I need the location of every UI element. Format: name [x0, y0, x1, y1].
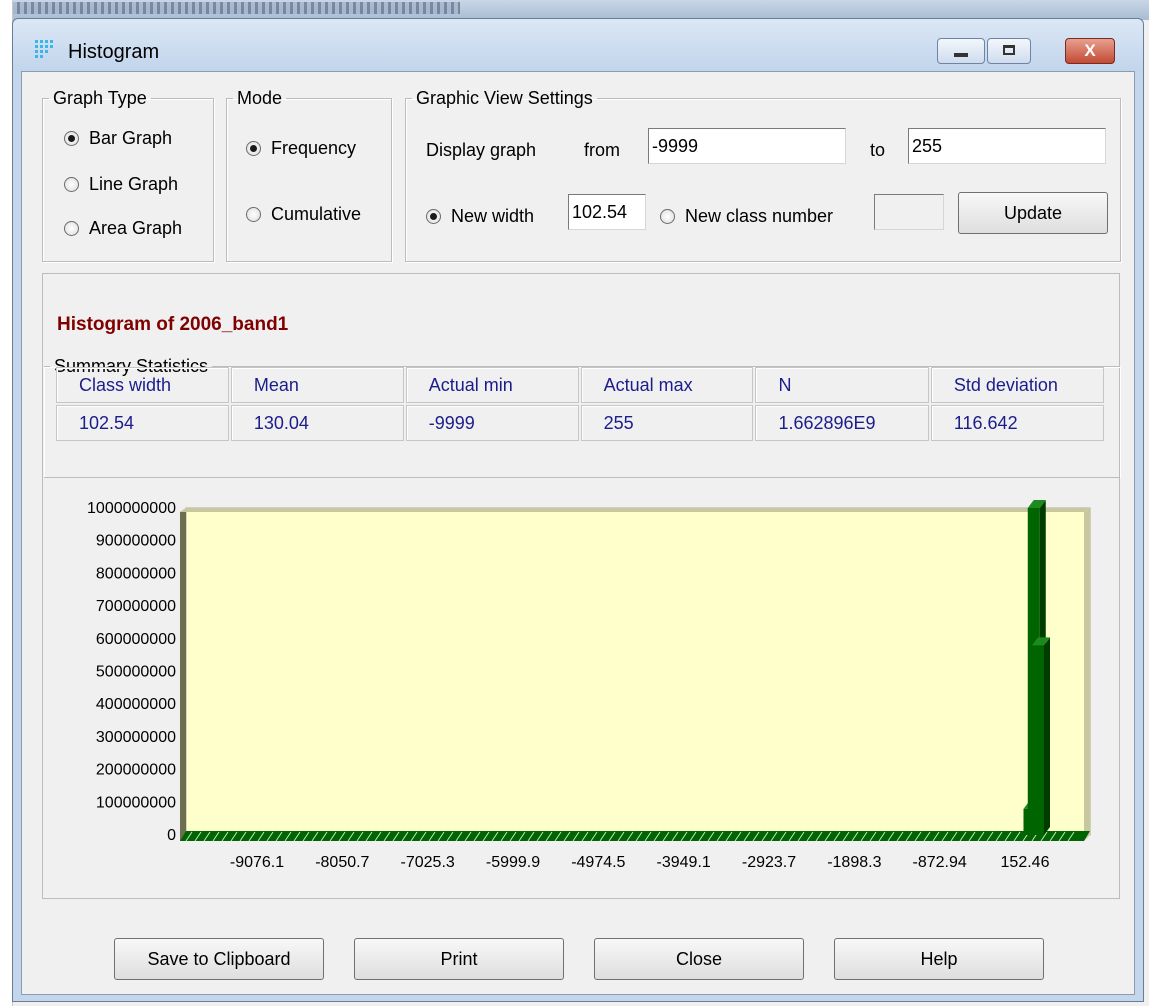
y-tick-label: 1000000000	[87, 500, 176, 517]
radio-bar-graph[interactable]: Bar Graph	[64, 128, 172, 149]
y-tick-label: 700000000	[96, 598, 176, 615]
x-tick-label: -8050.7	[315, 854, 369, 871]
x-tick-label: -7025.3	[401, 854, 455, 871]
radio-indicator	[64, 221, 79, 236]
print-button[interactable]: Print	[354, 938, 564, 980]
minimize-icon	[954, 53, 968, 57]
radio-new-class-number[interactable]: New class number	[660, 206, 833, 227]
radio-label: Area Graph	[89, 218, 183, 238]
save-to-clipboard-button[interactable]: Save to Clipboard	[114, 938, 324, 980]
stats-value-row: 102.54 130.04 -9999 255 1.662896E9 116.6…	[56, 405, 1104, 441]
radio-indicator	[246, 141, 261, 156]
plot-background	[185, 507, 1091, 836]
close-button[interactable]: Close	[594, 938, 804, 980]
close-icon: X	[1084, 41, 1096, 60]
plot-floor	[180, 831, 1090, 841]
x-tick-label: -872.94	[913, 854, 967, 871]
help-button[interactable]: Help	[834, 938, 1044, 980]
minimize-button[interactable]	[937, 38, 985, 64]
new-width-input[interactable]	[568, 194, 646, 230]
plot-top-edge	[180, 508, 1090, 512]
display-graph-label: Display graph	[426, 140, 537, 160]
stats-value-cell: 255	[580, 405, 754, 441]
x-tick-label: -2923.7	[742, 854, 796, 871]
graph-type-legend: Graph Type	[53, 88, 147, 108]
window-title: Histogram	[68, 41, 160, 63]
background-app-strip	[0, 0, 1149, 20]
radio-indicator	[246, 207, 261, 222]
radio-cumulative[interactable]: Cumulative	[246, 204, 361, 225]
radio-frequency[interactable]: Frequency	[246, 138, 356, 159]
radio-indicator	[660, 209, 675, 224]
to-label: to	[870, 140, 886, 160]
stats-header-cell: Std deviation	[930, 367, 1104, 403]
plot-right-wall	[1084, 508, 1090, 841]
y-tick-label: 300000000	[96, 729, 176, 746]
radio-area-graph[interactable]: Area Graph	[64, 218, 182, 239]
stats-header-cell: Actual max	[580, 367, 754, 403]
stats-header-row: Class width Mean Actual min Actual max N…	[56, 367, 1104, 403]
plot-left-wall	[180, 508, 186, 841]
y-tick-label: 0	[167, 827, 176, 844]
radio-new-width[interactable]: New width	[426, 206, 534, 227]
y-tick-label: 900000000	[96, 533, 176, 550]
y-tick-label: 500000000	[96, 664, 176, 681]
radio-label: Cumulative	[271, 204, 362, 224]
background-app-toolbar	[10, 2, 460, 14]
x-tick-label: -4974.5	[571, 854, 625, 871]
maximize-icon	[1003, 45, 1015, 55]
stats-value-cell: 130.04	[230, 405, 404, 441]
stats-header-cell: Mean	[230, 367, 404, 403]
x-tick-label: -3949.1	[657, 854, 711, 871]
stats-value-cell: 1.662896E9	[755, 405, 929, 441]
graphic-view-settings-legend: Graphic View Settings	[416, 88, 593, 108]
histogram-app-icon	[35, 40, 53, 58]
graphic-view-settings-group: Graphic View Settings	[405, 88, 1121, 262]
histogram-bar	[1032, 645, 1044, 835]
radio-label: Frequency	[271, 138, 357, 158]
stats-value-cell: 116.642	[930, 405, 1104, 441]
histogram-title: Histogram of 2006_band1	[57, 314, 289, 335]
radio-label: New width	[451, 206, 535, 226]
y-tick-label: 200000000	[96, 762, 176, 779]
radio-indicator	[64, 177, 79, 192]
x-tick-label: -9076.1	[230, 854, 284, 871]
x-tick-label: -5999.9	[486, 854, 540, 871]
y-tick-label: 100000000	[96, 794, 176, 811]
from-input[interactable]	[648, 128, 846, 164]
from-label: from	[584, 140, 620, 160]
new-class-number-input[interactable]	[874, 194, 944, 230]
stats-value-cell: -9999	[405, 405, 579, 441]
histogram-chart: 0 100000000 200000000 300000000 400000000 500…	[87, 500, 1091, 871]
maximize-button[interactable]	[987, 38, 1031, 64]
title-bar[interactable]: Histogram X	[13, 19, 1143, 71]
stats-header-cell: N	[755, 367, 929, 403]
summary-statistics-table: Class width Mean Actual min Actual max N…	[54, 365, 1106, 443]
to-input[interactable]	[908, 128, 1106, 164]
radio-line-graph[interactable]: Line Graph	[64, 174, 178, 195]
mode-group: Mode	[226, 88, 392, 262]
y-tick-label: 600000000	[96, 631, 176, 648]
stats-value-cell: 102.54	[56, 405, 229, 441]
update-button[interactable]: Update	[958, 192, 1108, 234]
y-tick-label: 400000000	[96, 696, 176, 713]
stats-header-cell: Actual min	[405, 367, 579, 403]
y-tick-label: 800000000	[96, 565, 176, 582]
x-tick-label: -1898.3	[827, 854, 881, 871]
radio-label: Line Graph	[89, 174, 179, 194]
x-tick-label: 152.46	[1001, 854, 1050, 871]
radio-indicator	[426, 209, 441, 224]
radio-indicator	[64, 131, 79, 146]
stats-header-cell: Class width	[56, 367, 229, 403]
close-window-button[interactable]: X	[1065, 38, 1115, 64]
radio-label: Bar Graph	[89, 128, 173, 148]
radio-label: New class number	[685, 206, 834, 226]
histogram-bar-side	[1044, 637, 1050, 835]
mode-legend: Mode	[237, 88, 283, 108]
